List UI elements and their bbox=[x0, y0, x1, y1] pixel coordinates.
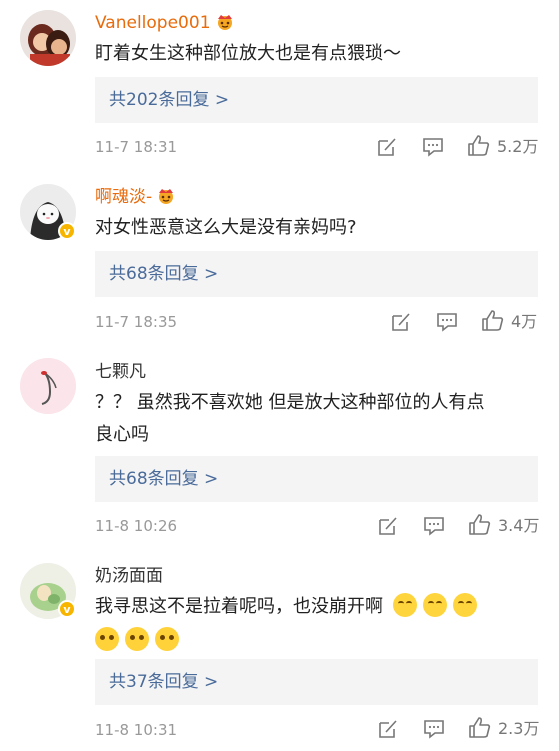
like-count: 2.3万 bbox=[498, 719, 540, 738]
repost-icon[interactable] bbox=[376, 136, 398, 158]
question-emoji-icon bbox=[155, 627, 179, 651]
smile-emoji-icon bbox=[422, 593, 447, 617]
comment-icon[interactable] bbox=[422, 137, 444, 157]
question-emoji-icon bbox=[125, 627, 149, 651]
repost-icon[interactable] bbox=[390, 311, 412, 333]
comment-icon[interactable] bbox=[423, 516, 445, 536]
username-text[interactable]: 啊魂淡- bbox=[95, 187, 152, 207]
like-count: 5.2万 bbox=[497, 137, 539, 156]
comment-icon[interactable] bbox=[423, 719, 445, 739]
timestamp: 11-7 18:31 bbox=[95, 138, 178, 156]
repost-icon[interactable] bbox=[377, 718, 399, 740]
smile-emoji-icon bbox=[452, 593, 477, 617]
comment-text: 盯着女生这种部位放大也是有点猥琐～ bbox=[95, 43, 401, 64]
comment-text-main: 我寻思这不是拉着呢吗，也没崩开啊 bbox=[95, 596, 383, 617]
comment-text-line-1: 我寻思这不是拉着呢吗，也没崩开啊 bbox=[95, 591, 545, 623]
username-text[interactable]: Vanellope001 bbox=[95, 13, 211, 33]
reply-count-link[interactable]: 共37条回复 > bbox=[109, 671, 218, 693]
comment-text-line-2: 良心吗 bbox=[95, 424, 149, 445]
comment-text: 对女性恶意这么大是没有亲妈吗? bbox=[95, 217, 357, 238]
verified-badge-icon: v bbox=[58, 222, 76, 240]
crown-icon bbox=[217, 15, 232, 30]
reply-summary[interactable]: 共68条回复 > bbox=[95, 251, 538, 297]
like-icon[interactable] bbox=[481, 309, 505, 333]
reply-count-link[interactable]: 共68条回复 > bbox=[109, 468, 218, 490]
timestamp: 11-8 10:26 bbox=[95, 517, 178, 535]
crown-icon bbox=[159, 189, 174, 204]
avatar[interactable] bbox=[20, 10, 76, 66]
timestamp: 11-7 18:35 bbox=[95, 313, 178, 331]
avatar[interactable] bbox=[20, 358, 76, 414]
reply-count-link[interactable]: 共68条回复 > bbox=[109, 263, 218, 285]
username[interactable]: 奶汤面面 bbox=[95, 565, 163, 587]
reply-summary[interactable]: 共68条回复 > bbox=[95, 456, 538, 502]
reply-summary[interactable]: 共37条回复 > bbox=[95, 659, 538, 705]
comment-text-line-1: ？？ 虽然我不喜欢她 但是放大这种部位的人有点 bbox=[95, 392, 485, 413]
comment-emoji-line bbox=[95, 623, 545, 657]
like-count: 4万 bbox=[511, 312, 538, 331]
comment-text: 我寻思这不是拉着呢吗，也没崩开啊 bbox=[95, 591, 545, 657]
username-text[interactable]: 奶汤面面 bbox=[95, 566, 163, 586]
like-icon[interactable] bbox=[467, 134, 491, 158]
comment-text: ？？ 虽然我不喜欢她 但是放大这种部位的人有点 良心吗 bbox=[95, 387, 545, 451]
like-icon[interactable] bbox=[468, 513, 492, 537]
repost-icon[interactable] bbox=[377, 515, 399, 537]
username-text[interactable]: 七颗凡 bbox=[95, 362, 146, 382]
like-icon[interactable] bbox=[468, 716, 492, 740]
username[interactable]: 七颗凡 bbox=[95, 361, 146, 383]
reply-summary[interactable]: 共202条回复 > bbox=[95, 77, 538, 123]
reply-count-link[interactable]: 共202条回复 > bbox=[109, 89, 229, 111]
like-count: 3.4万 bbox=[498, 516, 540, 535]
username[interactable]: Vanellope001 bbox=[95, 12, 235, 34]
timestamp: 11-8 10:31 bbox=[95, 721, 178, 739]
username[interactable]: 啊魂淡- bbox=[95, 186, 176, 208]
comment-icon[interactable] bbox=[436, 312, 458, 332]
verified-badge-icon: v bbox=[58, 600, 76, 618]
question-emoji-icon bbox=[95, 627, 119, 651]
smile-emoji-icon bbox=[392, 593, 417, 617]
